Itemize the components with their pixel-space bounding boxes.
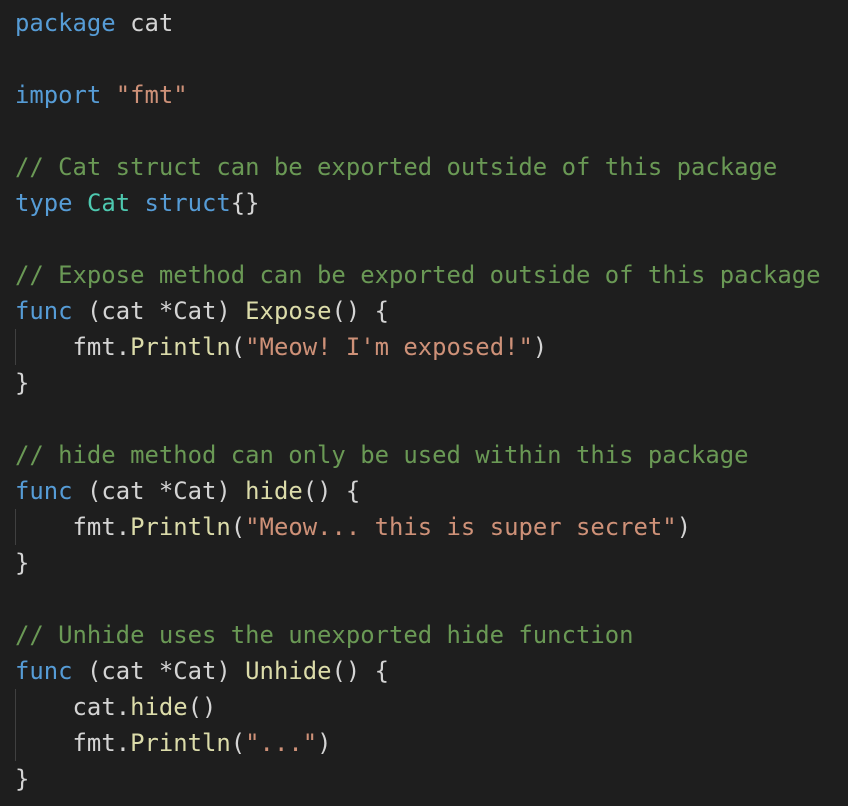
punctuation: { <box>374 297 390 325</box>
keyword: func <box>15 477 73 505</box>
code-line-statement: fmt.Println("...") <box>15 725 332 761</box>
punctuation: ) <box>532 333 548 361</box>
code-line-func: func (cat *Cat) hide() { <box>15 473 360 509</box>
punctuation: ) <box>676 513 692 541</box>
function-name: Expose <box>245 297 332 325</box>
object-ref: cat. <box>72 693 131 721</box>
package-ref: fmt. <box>72 729 131 757</box>
package-ref: fmt. <box>72 513 131 541</box>
code-line-type: type Cat struct{} <box>15 185 260 221</box>
package-ref: fmt. <box>72 333 131 361</box>
code-line-statement: cat.hide() <box>15 689 217 725</box>
receiver: (cat *Cat) <box>86 477 231 505</box>
code-comment: // Unhide uses the unexported hide funct… <box>15 621 634 649</box>
string-literal: "Meow! I'm exposed!" <box>245 333 533 361</box>
code-line-package: package cat <box>15 5 173 41</box>
closing-brace: } <box>15 369 30 397</box>
keyword: func <box>15 297 73 325</box>
keyword: package <box>15 9 116 37</box>
keyword: import <box>15 81 102 109</box>
punctuation: {} <box>230 189 260 217</box>
function-name: Println <box>130 729 231 757</box>
function-name: Unhide <box>245 657 332 685</box>
code-editor[interactable]: package cat import "fmt" // Cat struct c… <box>0 0 848 806</box>
punctuation: ( <box>230 513 246 541</box>
code-comment: // Expose method can be exported outside… <box>15 261 821 289</box>
code-line-statement: fmt.Println("Meow... this is super secre… <box>15 509 692 545</box>
string-literal: "Meow... this is super secret" <box>245 513 677 541</box>
keyword: func <box>15 657 73 685</box>
identifier: cat <box>130 9 174 37</box>
type-name: Cat <box>86 189 131 217</box>
receiver: (cat *Cat) <box>86 657 231 685</box>
code-line-import: import "fmt" <box>15 77 188 113</box>
closing-brace: } <box>15 549 30 577</box>
closing-brace: } <box>15 765 30 793</box>
punctuation: () <box>331 297 361 325</box>
code-line-func: func (cat *Cat) Unhide() { <box>15 653 389 689</box>
punctuation: () <box>331 657 361 685</box>
code-comment: // hide method can only be used within t… <box>15 441 749 469</box>
function-name: Println <box>130 333 231 361</box>
punctuation: { <box>374 657 390 685</box>
code-line-func: func (cat *Cat) Expose() { <box>15 293 389 329</box>
string-literal: "..." <box>245 729 318 757</box>
punctuation: ( <box>230 729 246 757</box>
punctuation: { <box>345 477 361 505</box>
punctuation: () <box>302 477 332 505</box>
punctuation: ( <box>230 333 246 361</box>
code-comment: // Cat struct can be exported outside of… <box>15 153 778 181</box>
string-literal: "fmt" <box>115 81 188 109</box>
code-line-statement: fmt.Println("Meow! I'm exposed!") <box>15 329 548 365</box>
function-name: Println <box>130 513 231 541</box>
keyword: type <box>15 189 73 217</box>
keyword: struct <box>144 189 231 217</box>
receiver: (cat *Cat) <box>86 297 231 325</box>
function-name: hide <box>130 693 188 721</box>
punctuation: ) <box>317 729 332 757</box>
function-name: hide <box>245 477 303 505</box>
punctuation: () <box>187 693 217 721</box>
